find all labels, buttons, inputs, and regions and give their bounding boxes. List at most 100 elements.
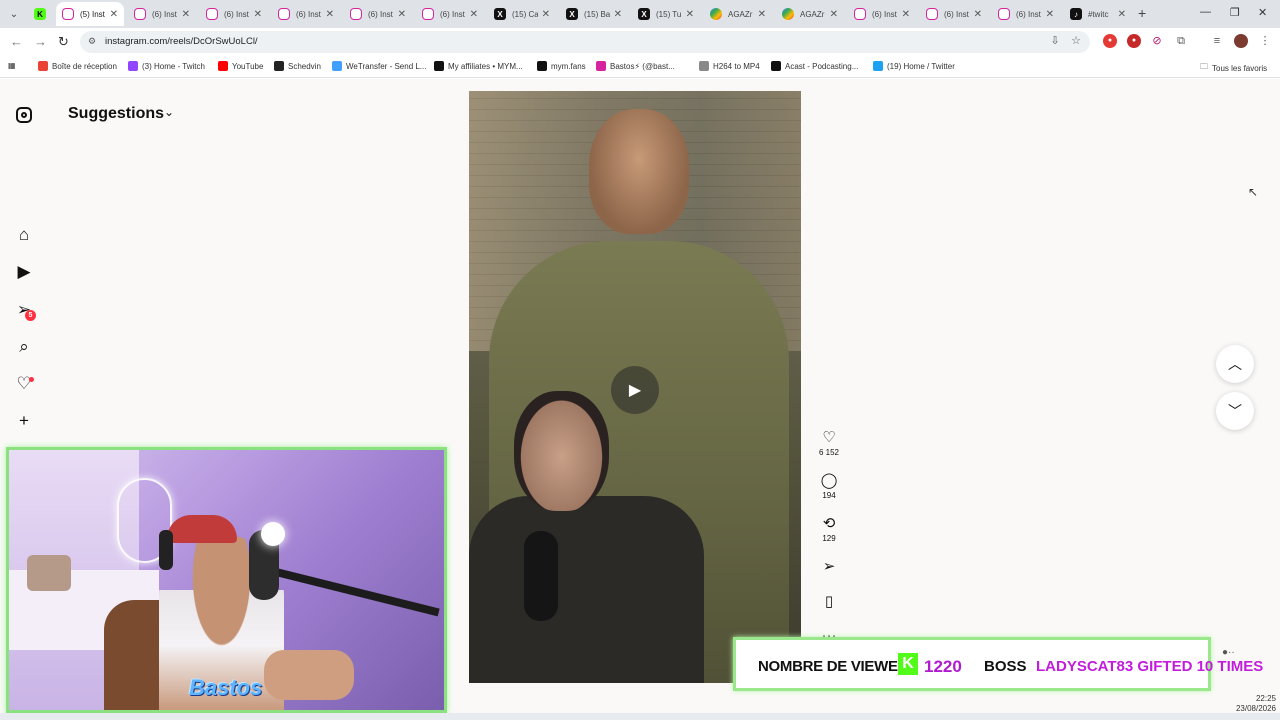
bookmark-item[interactable]: (3) Home - Twitch [128,61,205,71]
kick-logo-icon: K [898,653,918,675]
more-horizontal-icon[interactable]: ●·· [1222,647,1235,658]
block-extension-icon[interactable]: ⊘ [1150,34,1164,48]
next-reel-button[interactable]: ﹀ [1216,392,1254,430]
address-bar[interactable]: ⚙ instagram.com/reels/DcOrSwUoLCl/ [80,31,1090,53]
reels-icon[interactable]: ▶ [14,262,34,282]
site-info-icon[interactable]: ⚙ [88,36,96,47]
share-button[interactable]: ➢ [812,558,846,576]
tab-label: (15) Ca [512,9,538,19]
tab-label: #twitc [1088,9,1109,19]
x-favicon-icon: X [494,8,506,20]
browser-tab[interactable]: (6) Inst ✕ [200,2,268,26]
browser-tab[interactable]: K [28,2,52,26]
browser-tab[interactable]: (5) Inst ✕ [56,2,124,26]
ig-favicon-icon [854,8,866,20]
apps-grid-icon[interactable]: ▦ [8,61,16,70]
browser-tab[interactable]: X (15) Ca ✕ [488,2,556,26]
create-plus-icon[interactable]: + [14,411,34,431]
address-url[interactable]: instagram.com/reels/DcOrSwUoLCl/ [105,36,258,47]
browser-tab[interactable]: (6) Inst ✕ [416,2,484,26]
browser-tab[interactable]: (6) Inst ✕ [272,2,340,26]
bookmarks-folder[interactable]: 🗀 Tous les favoris [1200,61,1267,75]
tab-close-icon[interactable]: ✕ [902,9,910,20]
tab-search-chevron-icon[interactable]: ⌄ [4,4,24,24]
bookmark-item[interactable]: Bastos⚡ (@bast... [596,61,675,71]
browser-tab[interactable]: ♪ #twitc ✕ [1064,2,1132,26]
forward-icon[interactable]: → [34,34,47,49]
bookmark-item[interactable]: YouTube [218,61,263,71]
tab-close-icon[interactable]: ✕ [254,9,262,20]
media-control-icon[interactable]: ≡ [1210,34,1224,48]
bookmark-star-icon[interactable]: ☆ [1069,34,1083,48]
tab-close-icon[interactable]: ✕ [974,9,982,20]
minimize-icon[interactable]: — [1200,6,1211,18]
bookmark-item[interactable]: Boîte de réception [38,61,117,71]
bookmark-item[interactable]: WeTransfer - Send L... [332,61,426,71]
extensions-puzzle-icon[interactable]: ⧉ [1174,34,1188,48]
tab-close-icon[interactable]: ✕ [1046,9,1054,20]
back-icon[interactable]: ← [10,34,23,49]
play-icon[interactable]: ▶ [611,366,659,414]
close-window-icon[interactable]: ✕ [1258,6,1267,19]
boss-label: BOSS [984,658,1027,675]
bookmark-item[interactable]: H264 to MP4 [699,61,760,71]
system-clock: 22:25 23/08/2026 [1226,694,1276,714]
reload-icon[interactable]: ↻ [58,34,69,50]
tab-close-icon[interactable]: ✕ [542,9,550,20]
home-icon[interactable]: ⌂ [14,225,34,245]
tab-close-icon[interactable]: ✕ [398,9,406,20]
tab-close-icon[interactable]: ✕ [182,9,190,20]
search-icon[interactable]: ⌕ [14,337,34,357]
bookmark-item[interactable]: mym.fans [537,61,586,71]
reel-video[interactable]: ▶ [469,91,801,683]
tab-close-icon[interactable]: ✕ [1118,9,1126,20]
feed-selector-title[interactable]: Suggestions [68,105,164,123]
browser-tab[interactable]: (6) Inst ✕ [848,2,916,26]
browser-tab[interactable]: AGAZr ✕ [704,2,772,26]
browser-tab[interactable]: X (15) Ba ✕ [560,2,628,26]
bookmark-label: Schedvin [288,61,321,71]
browser-tab[interactable]: AGAZr ✕ [776,2,844,26]
folder-icon: 🗀 [1200,62,1208,71]
tab-close-icon[interactable]: ✕ [758,9,766,20]
video-speaker-head [514,391,609,511]
restore-icon[interactable]: ❐ [1230,6,1240,19]
save-button[interactable]: ▯ [812,593,846,611]
bookmark-item[interactable]: Acast - Podcasting... [771,61,858,71]
tab-close-icon[interactable]: ✕ [830,9,838,20]
comment-button[interactable]: ◯ 194 [812,472,846,500]
browser-menu-icon[interactable]: ⋮ [1258,34,1272,48]
tab-label: (6) Inst [872,9,897,19]
install-app-icon[interactable]: ⇩ [1048,34,1062,48]
bookmark-item[interactable]: Schedvin [274,61,321,71]
tab-close-icon[interactable]: ✕ [470,9,478,20]
video-microphone [524,531,558,621]
previous-reel-button[interactable]: ︿ [1216,345,1254,383]
browser-tab[interactable]: (6) Inst ✕ [344,2,412,26]
tab-label: (15) Ba [584,9,610,19]
repost-button[interactable]: ⟲ 129 [812,515,846,543]
browser-tab[interactable]: (6) Inst ✕ [128,2,196,26]
like-button[interactable]: ♡ 6 152 [812,429,846,457]
browser-tab[interactable]: (6) Inst ✕ [920,2,988,26]
bookmark-item[interactable]: My affiliates • MYM... [434,61,523,71]
webcam-cap [167,515,237,543]
browser-tab[interactable]: (6) Inst ✕ [992,2,1060,26]
tab-close-icon[interactable]: ✕ [326,9,334,20]
extension-shield-icon[interactable]: ● [1127,34,1141,48]
notification-dot [29,377,34,382]
tab-close-icon[interactable]: ✕ [686,9,694,20]
browser-tab[interactable]: X (15) Tu ✕ [632,2,700,26]
tab-close-icon[interactable]: ✕ [614,9,622,20]
chevron-up-icon: ︿ [1228,356,1242,372]
new-tab-button[interactable]: + [1138,5,1146,21]
extension-red-icon[interactable]: ● [1103,34,1117,48]
ig-favicon-icon [350,8,362,20]
bookmark-icon: ▯ [824,593,834,610]
bookmark-item[interactable]: (19) Home / Twitter [873,61,955,71]
bookmark-label: H264 to MP4 [713,61,760,71]
instagram-logo-icon[interactable] [16,107,32,123]
tab-close-icon[interactable]: ✕ [110,9,118,20]
chevron-down-icon[interactable]: ⌄ [164,105,174,119]
profile-avatar[interactable] [1234,34,1248,48]
